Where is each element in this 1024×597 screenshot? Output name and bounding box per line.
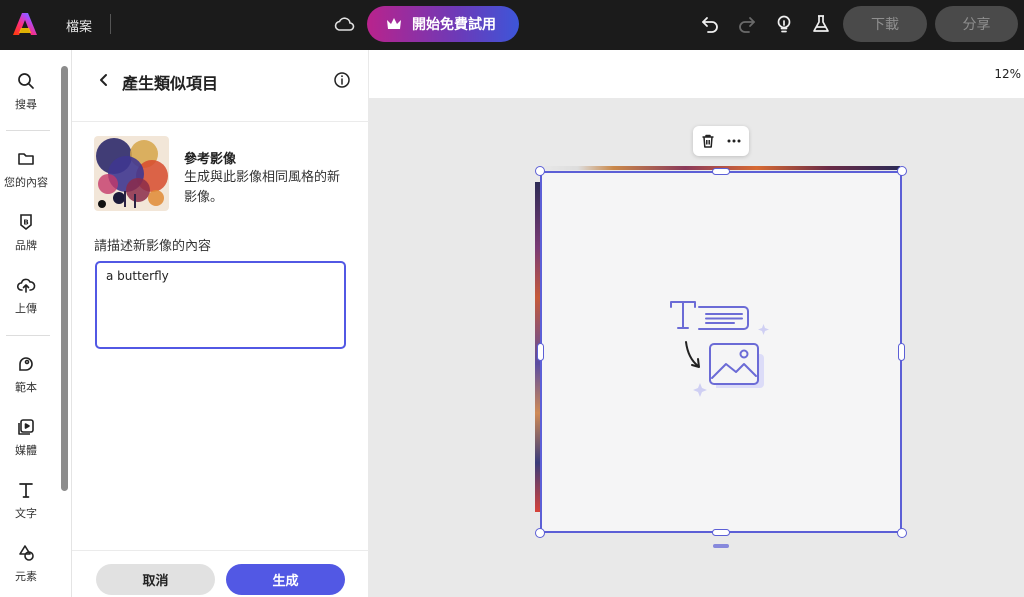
folder-icon — [18, 153, 34, 165]
resize-handle-top-right[interactable] — [897, 166, 907, 176]
rail-item-templates[interactable]: 範本 — [0, 354, 52, 395]
floating-toolbar — [693, 126, 749, 156]
resize-handle-top[interactable] — [712, 168, 730, 175]
prompt-textarea[interactable]: a butterfly — [95, 261, 346, 349]
resize-handle-left[interactable] — [537, 343, 544, 361]
rail-item-media[interactable]: 媒體 — [0, 417, 52, 458]
panel-title: 產生類似項目 — [122, 74, 219, 93]
elements-icon — [19, 545, 34, 561]
share-button[interactable]: 分享 — [935, 6, 1018, 42]
rail-divider — [6, 130, 50, 131]
rail-label: 範本 — [15, 381, 37, 394]
undo-icon[interactable] — [699, 13, 721, 35]
more-options-icon[interactable] — [726, 133, 742, 149]
resize-handle-right[interactable] — [898, 343, 905, 361]
reference-image-thumbnail — [94, 136, 169, 211]
rail-label: 您的內容 — [4, 176, 48, 189]
search-icon — [18, 73, 34, 89]
redo-icon[interactable] — [736, 13, 758, 35]
rail-label: 媒體 — [15, 444, 37, 457]
rail-divider — [6, 335, 50, 336]
start-free-trial-button[interactable]: 開始免費試用 — [367, 6, 519, 42]
resize-handle-bottom-right[interactable] — [897, 528, 907, 538]
zoom-level[interactable]: 12% — [994, 67, 1021, 81]
cloud-icon[interactable] — [333, 13, 355, 35]
upload-icon — [16, 278, 36, 293]
lightbulb-icon[interactable] — [773, 13, 795, 35]
generate-similar-panel: 產生類似項目 參考影像 生成與此影像相同風格的新影像。 請描述新影像的內容 a … — [71, 50, 369, 597]
divider — [110, 14, 111, 34]
canvas-toolbar: 12% — [369, 50, 1024, 98]
info-icon[interactable] — [333, 71, 351, 89]
resize-handle-bottom[interactable] — [712, 529, 730, 536]
rail-item-text[interactable]: 文字 — [0, 480, 52, 521]
rail-label: 文字 — [15, 507, 37, 520]
crown-icon — [387, 18, 401, 29]
rail-label: 元素 — [15, 570, 37, 583]
brand-icon: B — [20, 214, 32, 231]
trash-icon[interactable] — [700, 133, 716, 149]
template-icon — [19, 357, 33, 371]
resize-handle-top-left[interactable] — [535, 166, 545, 176]
adobe-express-logo-icon[interactable] — [12, 11, 38, 37]
rail-item-elements[interactable]: 元素 — [0, 543, 52, 584]
rail-item-brand[interactable]: B 品牌 — [0, 212, 52, 253]
generate-button[interactable]: 生成 — [226, 564, 345, 595]
rail-label: 搜尋 — [15, 98, 37, 111]
rail-scrollbar[interactable] — [61, 66, 68, 491]
text-to-image-icon — [670, 301, 769, 397]
rail-label: 品牌 — [15, 239, 37, 252]
beaker-icon[interactable] — [810, 13, 832, 35]
reference-image-title: 參考影像 — [184, 152, 237, 167]
rail-item-your-content[interactable]: 您的內容 — [0, 149, 52, 190]
divider — [72, 121, 369, 122]
divider — [72, 550, 369, 551]
text-icon — [19, 483, 33, 498]
media-icon — [18, 419, 34, 435]
rail-label: 上傳 — [15, 302, 37, 315]
rail-item-upload[interactable]: 上傳 — [0, 275, 52, 316]
rotate-handle[interactable] — [713, 544, 729, 548]
top-bar: 檔案 開始免費試用 下載 分享 — [0, 0, 1024, 50]
file-menu[interactable]: 檔案 — [66, 16, 92, 35]
reference-image-description: 生成與此影像相同風格的新影像。 — [184, 170, 341, 205]
svg-text:B: B — [23, 219, 28, 227]
cancel-button[interactable]: 取消 — [96, 564, 215, 595]
prompt-label: 請描述新影像的內容 — [94, 239, 212, 254]
rail-item-search[interactable]: 搜尋 — [0, 71, 52, 112]
back-chevron-icon[interactable] — [97, 73, 111, 87]
download-button[interactable]: 下載 — [843, 6, 927, 42]
resize-handle-bottom-left[interactable] — [535, 528, 545, 538]
trial-label: 開始免費試用 — [412, 17, 496, 33]
